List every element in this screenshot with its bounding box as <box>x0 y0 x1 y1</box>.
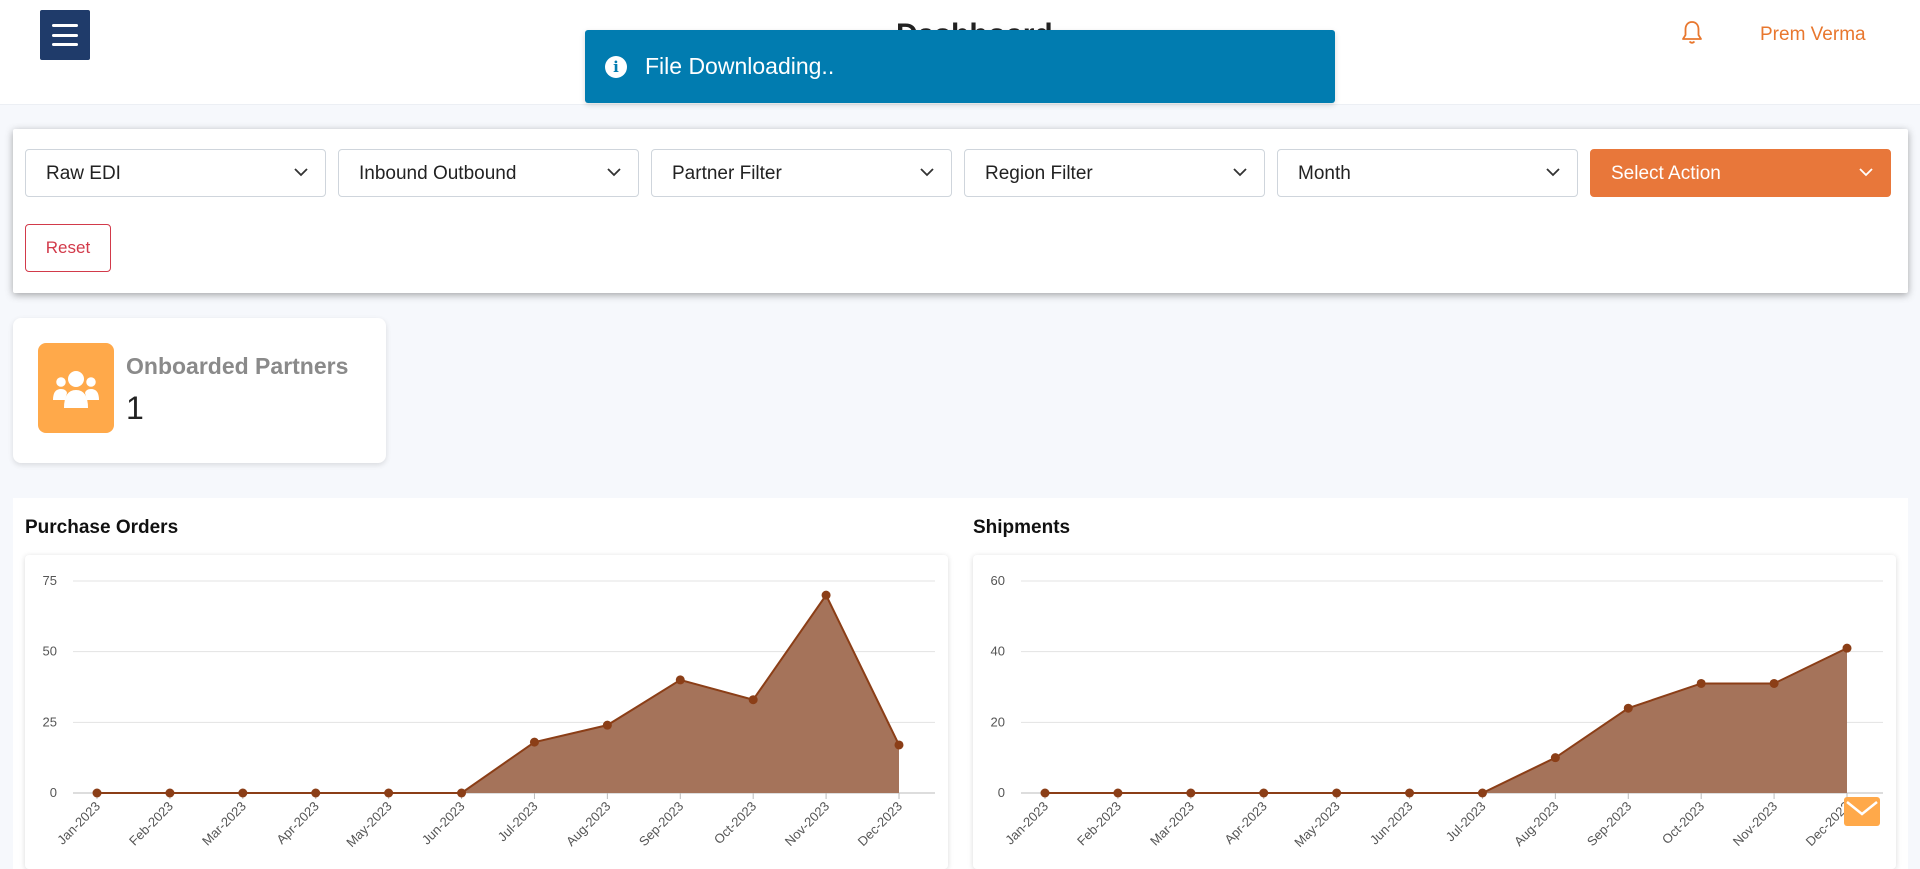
chart-svg: 0 20 40 60 Jan-2023 Feb-2023 Mar-2023 Apr-2023 M… <box>991 573 1883 850</box>
stat-value: 1 <box>126 390 144 426</box>
data-point <box>529 737 539 747</box>
partner-filter-select[interactable]: Partner Filter <box>651 149 952 197</box>
x-tick-label: Dec-2023 <box>855 799 905 849</box>
data-point <box>384 788 394 798</box>
area-fill <box>97 595 899 793</box>
area-fill <box>1045 648 1847 793</box>
x-tick-label: Aug-2023 <box>563 799 613 849</box>
x-tick-label: Jun-2023 <box>419 799 468 848</box>
x-tick-label: Mar-2023 <box>1147 799 1197 849</box>
data-point <box>311 788 321 798</box>
data-point <box>602 720 612 730</box>
region-filter-select[interactable]: Region Filter <box>964 149 1265 197</box>
y-tick-label: 0 <box>998 785 1005 800</box>
filter-panel: Raw EDI Inbound Outbound Partner Filter … <box>13 129 1908 293</box>
select-action-dropdown[interactable]: Select Action <box>1590 149 1891 197</box>
x-tick-label: May-2023 <box>343 799 394 850</box>
period-select-label: Month <box>1298 163 1351 184</box>
user-menu[interactable]: Prem Verma <box>1760 24 1866 46</box>
stat-label: Onboarded Partners <box>126 353 349 379</box>
x-tick-label: Aug-2023 <box>1511 799 1561 849</box>
chart-title: Shipments <box>973 517 1071 538</box>
data-point <box>1696 678 1706 688</box>
data-point <box>894 740 904 750</box>
data-point <box>92 788 102 798</box>
direction-select-label: Inbound Outbound <box>359 163 517 184</box>
chevron-down-icon <box>294 168 308 177</box>
y-tick-label: 75 <box>43 573 57 588</box>
x-tick-label: Oct-2023 <box>711 799 759 847</box>
select-action-label: Select Action <box>1611 163 1721 184</box>
mail-icon[interactable] <box>1844 797 1880 826</box>
x-tick-label: May-2023 <box>1291 799 1342 850</box>
data-point <box>457 788 467 798</box>
direction-select[interactable]: Inbound Outbound <box>338 149 639 197</box>
x-tick-label: Mar-2023 <box>199 799 249 849</box>
chevron-down-icon <box>1546 168 1560 177</box>
data-point <box>821 590 831 600</box>
x-tick-label: Apr-2023 <box>273 799 321 847</box>
data-point <box>1332 788 1342 798</box>
info-icon: i <box>605 55 627 78</box>
x-tick-label: Feb-2023 <box>1074 799 1124 849</box>
shipments-chart: 0 20 40 60 Jan-2023 Feb-2023 Mar-2023 Apr-2023 M… <box>973 555 1896 869</box>
x-tick-label: Apr-2023 <box>1221 799 1269 847</box>
toast-message: File Downloading.. <box>645 53 835 79</box>
y-tick-label: 20 <box>991 714 1005 729</box>
x-tick-label: Sep-2023 <box>1584 799 1634 849</box>
bell-icon[interactable] <box>1680 20 1704 46</box>
data-point <box>675 675 685 685</box>
y-tick-label: 50 <box>43 644 57 659</box>
data-point <box>1040 788 1050 798</box>
chevron-down-icon <box>920 168 934 177</box>
menu-toggle-button[interactable] <box>40 10 90 60</box>
hamburger-icon <box>52 24 78 46</box>
raw-edi-select[interactable]: Raw EDI <box>25 149 326 197</box>
data-point <box>1405 788 1415 798</box>
data-point <box>1477 788 1487 798</box>
data-point <box>1623 703 1633 713</box>
x-tick-label: Jan-2023 <box>1002 799 1051 848</box>
data-point <box>748 695 758 705</box>
data-point <box>165 788 175 798</box>
x-tick-label: Oct-2023 <box>1659 799 1707 847</box>
data-point <box>1769 678 1779 688</box>
chart-svg: 0 25 50 75 Jan-2023 Feb-2023 Mar-2023 Apr-2023 M… <box>43 573 935 850</box>
chevron-down-icon <box>1859 168 1873 177</box>
x-tick-label: Jan-2023 <box>54 799 103 848</box>
x-tick-label: Nov-2023 <box>782 799 832 849</box>
raw-edi-select-label: Raw EDI <box>46 163 121 184</box>
data-point <box>1842 643 1852 653</box>
y-tick-label: 60 <box>991 573 1005 588</box>
users-icon <box>38 343 114 433</box>
y-tick-label: 40 <box>991 644 1005 659</box>
x-tick-label: Feb-2023 <box>126 799 176 849</box>
data-point <box>238 788 248 798</box>
x-tick-label: Sep-2023 <box>636 799 686 849</box>
x-tick-label: Jul-2023 <box>495 799 541 845</box>
x-tick-label: Jun-2023 <box>1367 799 1416 848</box>
partner-filter-label: Partner Filter <box>672 163 782 184</box>
data-point <box>1550 753 1560 763</box>
onboarded-partners-card: Onboarded Partners 1 <box>13 318 386 463</box>
chart-title: Purchase Orders <box>25 517 179 538</box>
data-point <box>1259 788 1269 798</box>
x-tick-label: Jul-2023 <box>1443 799 1489 845</box>
y-tick-label: 25 <box>43 714 57 729</box>
data-point <box>1186 788 1196 798</box>
data-point <box>1113 788 1123 798</box>
purchase-orders-chart: 0 25 50 75 Jan-2023 Feb-2023 Mar-2023 Apr-2023 M… <box>25 555 948 869</box>
period-select[interactable]: Month <box>1277 149 1578 197</box>
y-tick-label: 0 <box>50 785 57 800</box>
reset-button[interactable]: Reset <box>25 224 111 272</box>
toast-notification: i File Downloading.. <box>585 30 1335 103</box>
region-filter-label: Region Filter <box>985 163 1093 184</box>
chevron-down-icon <box>1233 168 1247 177</box>
chevron-down-icon <box>607 168 621 177</box>
x-tick-label: Nov-2023 <box>1730 799 1780 849</box>
